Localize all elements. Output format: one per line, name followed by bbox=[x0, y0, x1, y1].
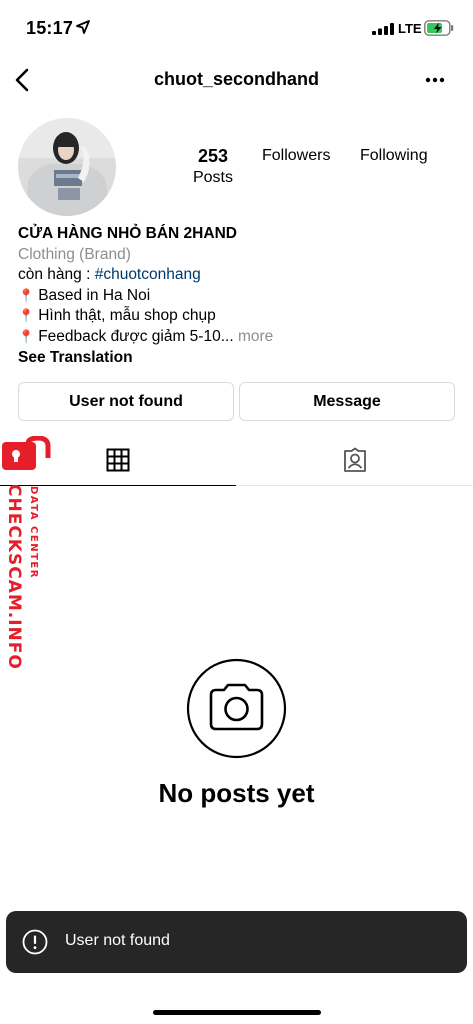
battery-icon bbox=[424, 20, 454, 36]
bio-line-feedback: 📍 Feedback được giảm 5-10... more bbox=[18, 327, 458, 348]
bio-more-link[interactable]: more bbox=[234, 328, 273, 345]
lock-icon bbox=[2, 436, 51, 470]
profile-tabs bbox=[0, 436, 473, 486]
bio-location-text: Based in Ha Noi bbox=[38, 286, 151, 304]
bio-feedback-text: Feedback được giảm 5-10... bbox=[38, 327, 234, 345]
pin-icon: 📍 bbox=[18, 328, 35, 344]
bio-stock-text: còn hàng : bbox=[18, 266, 95, 284]
home-indicator[interactable] bbox=[153, 1010, 321, 1015]
avatar[interactable] bbox=[18, 118, 116, 216]
tagged-icon bbox=[344, 447, 366, 472]
following-stat[interactable]: Following bbox=[360, 145, 428, 167]
watermark-sub: DATA CENTER bbox=[28, 486, 39, 579]
toast-message: User not found bbox=[65, 932, 170, 949]
bio-photos-text: Hình thật, mẫu shop chụp bbox=[38, 307, 216, 325]
location-arrow-icon bbox=[76, 20, 90, 34]
message-button[interactable]: Message bbox=[239, 382, 455, 421]
grid-icon bbox=[106, 448, 130, 472]
more-icon[interactable] bbox=[422, 72, 448, 88]
pin-icon: 📍 bbox=[18, 287, 35, 303]
bio-category: Clothing (Brand) bbox=[18, 245, 131, 263]
watermark-main: CHECKSCAM.INFO bbox=[4, 484, 24, 670]
toast: User not found bbox=[6, 911, 467, 973]
see-translation-link[interactable]: See Translation bbox=[18, 348, 458, 369]
alert-icon bbox=[22, 929, 48, 955]
status-bar: 15:17 LTE bbox=[0, 0, 473, 56]
posts-count: 253 bbox=[197, 146, 229, 166]
watermark-subtext: DATA CENTER bbox=[28, 486, 42, 586]
watermark-text: CHECKSCAM.INFO bbox=[4, 484, 28, 670]
tab-tagged[interactable] bbox=[236, 436, 473, 486]
bio-line-location: 📍 Based in Ha Noi bbox=[18, 286, 458, 307]
empty-state-title: No posts yet bbox=[158, 778, 315, 808]
posts-stat: 253 Posts bbox=[186, 145, 240, 189]
followers-stat[interactable]: Followers bbox=[262, 145, 330, 167]
network-label: LTE bbox=[398, 21, 422, 36]
hashtag-link[interactable]: #chuotconhang bbox=[95, 266, 201, 283]
bio: CỬA HÀNG NHỎ BÁN 2HAND Clothing (Brand) … bbox=[18, 224, 458, 368]
user-not-found-button[interactable]: User not found bbox=[18, 382, 234, 421]
bio-line-stock: còn hàng : #chuotconhang bbox=[18, 265, 458, 286]
camera-icon bbox=[186, 658, 287, 759]
profile-username: chuot_secondhand bbox=[153, 69, 319, 89]
pin-icon: 📍 bbox=[18, 308, 35, 324]
status-time: 15:17 bbox=[26, 18, 74, 38]
bio-line-photos: 📍 Hình thật, mẫu shop chụp bbox=[18, 306, 458, 327]
posts-label: Posts bbox=[192, 169, 233, 186]
bio-name: CỬA HÀNG NHỎ BÁN 2HAND bbox=[18, 225, 237, 242]
signal-icon bbox=[372, 23, 394, 35]
